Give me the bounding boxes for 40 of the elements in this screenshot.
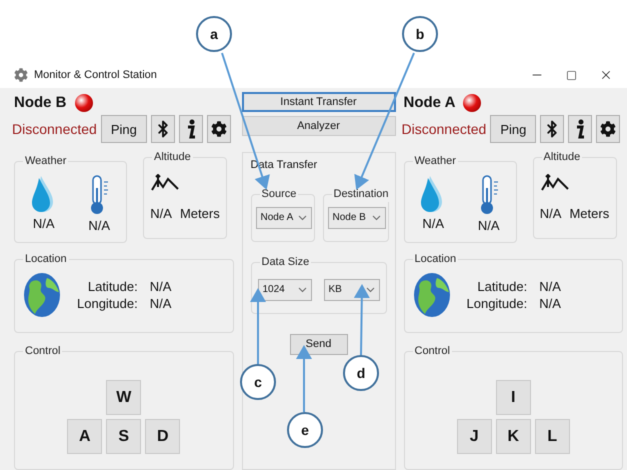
latitude-label: Latitude: (476, 278, 528, 295)
ping-button[interactable]: Ping (490, 115, 536, 144)
key-button[interactable]: J (456, 419, 492, 454)
key-button[interactable]: A (67, 419, 102, 454)
longitude-label: Longitude: (466, 294, 528, 312)
latitude-value: N/A (150, 278, 172, 295)
connection-status: Disconnected (402, 120, 486, 139)
ping-button[interactable]: Ping (100, 115, 147, 144)
key-button[interactable]: W (106, 380, 142, 416)
dropdown[interactable]: KB (324, 278, 380, 300)
annotation-marker: a (196, 16, 232, 52)
longitude-label: Longitude: (77, 294, 138, 312)
key-button[interactable]: K (496, 419, 531, 454)
dropdown[interactable]: Node B (328, 206, 386, 228)
node-name: Node B (14, 92, 66, 113)
tab[interactable]: Instant Transfer (242, 92, 396, 112)
altitude-value: N/A (150, 204, 172, 223)
key-button[interactable]: L (534, 419, 570, 454)
temperature-value: N/A (88, 216, 110, 235)
window-title: Monitor & Control Station (34, 68, 157, 83)
longitude-value: N/A (150, 294, 172, 312)
altitude-unit: Meters (569, 204, 610, 223)
send-button[interactable]: Send (290, 334, 348, 354)
key-button[interactable]: D (145, 419, 180, 454)
humidity-value: N/A (422, 214, 444, 233)
connection-status: Disconnected (12, 120, 97, 139)
latitude-label: Latitude: (86, 278, 138, 295)
node-name: Node A (404, 92, 456, 113)
longitude-value: N/A (539, 294, 561, 312)
key-button[interactable]: I (496, 380, 531, 416)
dropdown[interactable]: 1024 (258, 278, 312, 300)
key-button[interactable]: S (106, 419, 142, 454)
altitude-unit: Meters (180, 204, 220, 223)
tab[interactable]: Analyzer (242, 116, 396, 136)
temperature-value: N/A (478, 216, 500, 235)
humidity-value: N/A (32, 214, 55, 233)
dropdown[interactable]: Node A (256, 206, 312, 228)
annotation-marker: b (402, 16, 438, 52)
latitude-value: N/A (539, 278, 561, 295)
altitude-value: N/A (540, 204, 562, 223)
